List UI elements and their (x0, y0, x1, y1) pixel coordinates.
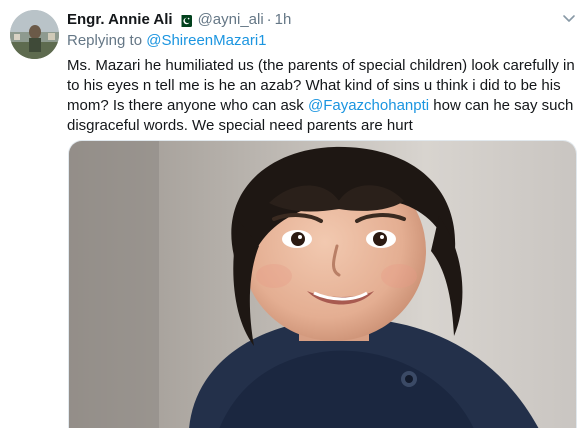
replying-to: Replying to @ShireenMazari1 (67, 31, 579, 51)
tweet-text: Ms. Mazari he humiliated us (the parents… (67, 56, 579, 136)
tweet-photo[interactable] (68, 140, 577, 428)
avatar-image (10, 10, 59, 59)
separator-dot: · (266, 10, 272, 28)
tweet-mention[interactable]: @Fayazchohanpti (308, 97, 429, 114)
child-photo (69, 141, 576, 428)
chevron-down-icon[interactable] (561, 10, 577, 26)
replying-prefix: Replying to (67, 32, 147, 49)
user-handle[interactable]: @ayni_ali (198, 11, 264, 28)
tweet-timestamp[interactable]: 1h (275, 11, 292, 28)
tweet-content: Engr. Annie Ali @ayni_ali · 1h Replying … (67, 8, 579, 136)
pakistan-flag-icon (177, 14, 192, 27)
replying-to-mention[interactable]: @ShireenMazari1 (146, 32, 266, 49)
display-name[interactable]: Engr. Annie Ali (67, 11, 173, 28)
avatar[interactable] (10, 10, 59, 59)
tweet-header: Engr. Annie Ali @ayni_ali · 1h (67, 8, 579, 30)
tweet[interactable]: Engr. Annie Ali @ayni_ali · 1h Replying … (0, 0, 588, 428)
